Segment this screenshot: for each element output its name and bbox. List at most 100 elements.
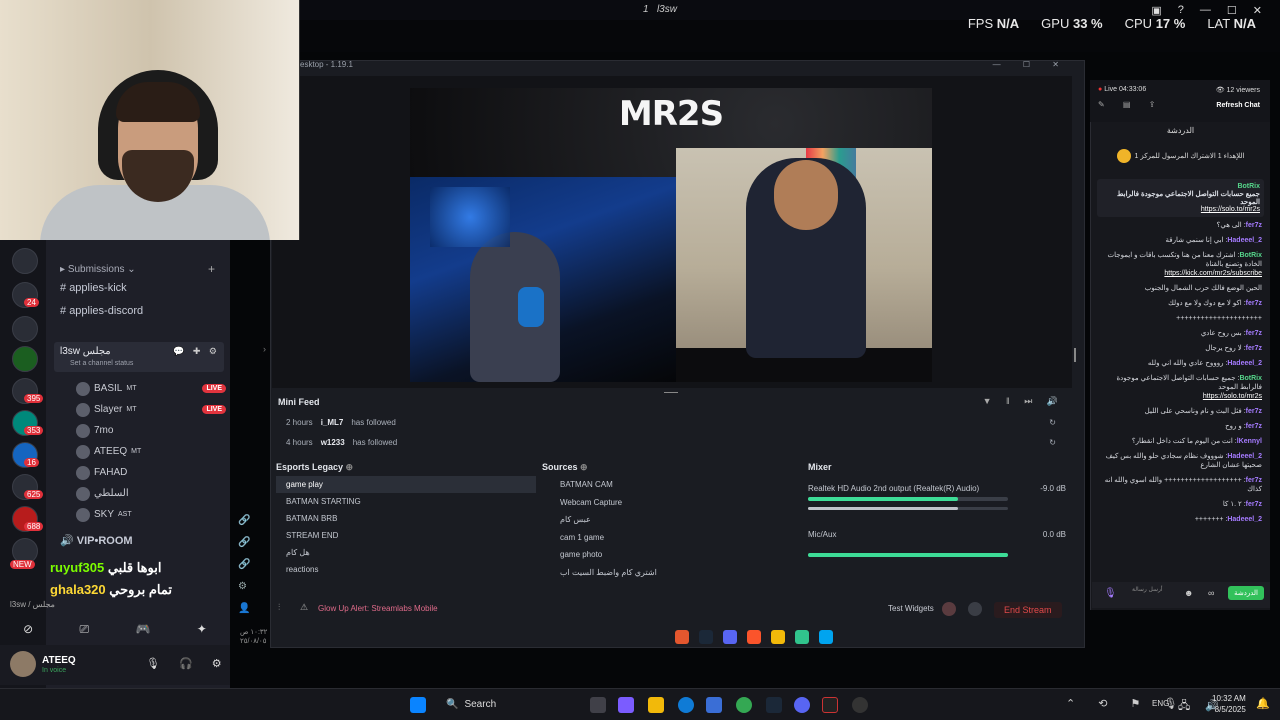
replay-button[interactable] bbox=[968, 602, 982, 616]
voice-user[interactable]: BASIL MT LIVE bbox=[76, 378, 226, 399]
voice-user[interactable]: ATEEQ MT bbox=[76, 441, 226, 462]
obs-icon[interactable] bbox=[852, 697, 868, 713]
side-tool-icons[interactable]: 🔗 🔗 🔗 ⚙ 👤 bbox=[238, 510, 250, 620]
replay-icon[interactable]: ↻ bbox=[1049, 418, 1056, 427]
scene-item[interactable]: game play bbox=[276, 476, 536, 493]
discord-dock-icon[interactable] bbox=[723, 630, 737, 644]
server-icon[interactable] bbox=[12, 316, 38, 342]
mic-icon[interactable]: 🎙 bbox=[1104, 588, 1117, 599]
chat-link[interactable]: https://solo.to/mr2s bbox=[1099, 392, 1262, 401]
stats-icon[interactable]: ⫶ bbox=[278, 602, 280, 613]
voice-channel[interactable]: l3sw مجلس Set a channel status 💬 ✚ ⚙ bbox=[54, 342, 224, 372]
store-icon[interactable] bbox=[706, 697, 722, 713]
source-item[interactable]: BATMAN CAM bbox=[542, 476, 802, 494]
volume-slider[interactable] bbox=[808, 507, 1008, 510]
streamlabs-window-controls[interactable]: — ☐ ✕ bbox=[993, 60, 1069, 69]
source-item[interactable]: cam 1 game bbox=[542, 529, 802, 547]
windows-start-icon[interactable] bbox=[410, 697, 426, 713]
chat-username[interactable]: fer7z bbox=[1246, 330, 1262, 337]
copilot-icon[interactable] bbox=[618, 697, 634, 713]
record-button[interactable] bbox=[942, 602, 956, 616]
channel-applies-kick[interactable]: # applies-kick bbox=[60, 282, 127, 294]
notification-icon[interactable]: 🔔 bbox=[1256, 697, 1270, 710]
windows-dock-icon[interactable] bbox=[819, 630, 833, 644]
chat-username[interactable]: Hadeeel_2 bbox=[1227, 237, 1262, 244]
chat-username[interactable]: fer7z bbox=[1246, 300, 1262, 307]
chat-tools[interactable]: ✎ ▤ ⇪ bbox=[1098, 100, 1163, 109]
server-icon[interactable] bbox=[12, 346, 38, 372]
soundboard-icon[interactable]: ✦ bbox=[197, 622, 207, 636]
camera-off-icon[interactable]: ⊘ bbox=[23, 622, 33, 636]
test-widgets-button[interactable]: Test Widgets bbox=[888, 604, 934, 613]
add-scene-icon[interactable]: ⊕ bbox=[346, 462, 354, 472]
voice-user[interactable]: FAHAD bbox=[76, 462, 226, 483]
chat-username[interactable]: Hadeeel_2 bbox=[1227, 516, 1262, 523]
volume-meter[interactable] bbox=[808, 497, 1008, 501]
channel-vip-room[interactable]: 🔊 VIP•ROOM bbox=[60, 534, 133, 547]
app-dock-icon[interactable] bbox=[675, 630, 689, 644]
server-icon[interactable] bbox=[12, 248, 38, 274]
add-channel-icon[interactable]: + bbox=[208, 262, 215, 276]
next-app-icon[interactable] bbox=[822, 697, 838, 713]
taskbar-search[interactable]: 🔍 Search bbox=[438, 693, 542, 715]
voice-user[interactable]: SKY AST bbox=[76, 504, 226, 525]
refresh-chat-button[interactable]: Refresh Chat bbox=[1216, 102, 1260, 109]
chat-username[interactable]: fer7z bbox=[1246, 222, 1262, 229]
volume-meter[interactable] bbox=[808, 553, 1008, 557]
voice-user[interactable]: 7mo bbox=[76, 420, 226, 441]
system-clock[interactable]: 10:32 AM 8/5/2025 bbox=[1212, 693, 1246, 715]
drag-handle[interactable] bbox=[664, 392, 678, 393]
app-dock-icon[interactable] bbox=[795, 630, 809, 644]
scene-item[interactable]: BATMAN STARTING bbox=[276, 493, 536, 510]
source-item[interactable]: Webcam Capture bbox=[542, 494, 802, 512]
steam-icon[interactable] bbox=[766, 697, 782, 713]
chat-link[interactable]: https://kick.com/mr2s/subscribe bbox=[1099, 269, 1262, 278]
screen-share-icon[interactable]: ⎚ bbox=[80, 622, 90, 637]
end-stream-button[interactable]: End Stream bbox=[994, 602, 1062, 618]
discord-icon[interactable] bbox=[794, 697, 810, 713]
voice-user[interactable]: السلطي bbox=[76, 483, 226, 504]
scene-item[interactable]: هل كام bbox=[276, 544, 536, 561]
chat-username[interactable]: lKennyl bbox=[1237, 438, 1262, 445]
avatar[interactable] bbox=[10, 651, 36, 677]
chat-username[interactable]: fer7z bbox=[1246, 408, 1262, 415]
chat-username[interactable]: fer7z bbox=[1246, 345, 1262, 352]
category-submissions[interactable]: ▸ Submissions ⌄ bbox=[60, 264, 136, 275]
preview-resize-handle[interactable] bbox=[1074, 348, 1076, 362]
chat-username[interactable]: BotRix bbox=[1239, 252, 1262, 259]
scene-item[interactable]: STREAM END bbox=[276, 527, 536, 544]
mini-feed-controls[interactable]: ▼ ‖ ⏭ 🔊 bbox=[983, 396, 1064, 407]
edge-icon[interactable] bbox=[678, 697, 694, 713]
alert-icon[interactable]: ⚠ bbox=[300, 602, 308, 613]
activity-icon[interactable]: 🎮 bbox=[135, 622, 150, 636]
chat-username[interactable]: BotRix bbox=[1239, 375, 1262, 382]
collapse-left-icon[interactable]: › bbox=[263, 344, 266, 354]
chat-input[interactable]: أرسل رسالة bbox=[1132, 586, 1163, 593]
send-chat-button[interactable]: الدردشة bbox=[1228, 586, 1264, 600]
replay-icon[interactable]: ↻ bbox=[1049, 438, 1056, 447]
chat-username[interactable]: Hadeeel_2 bbox=[1227, 453, 1262, 460]
chat-username[interactable]: fer7z bbox=[1246, 477, 1262, 484]
source-item[interactable]: عبس كام bbox=[542, 511, 802, 529]
task-view-icon[interactable] bbox=[590, 697, 606, 713]
user-controls[interactable]: 🎙 🎧 ⚙ bbox=[146, 657, 230, 670]
chat-username[interactable]: fer7z bbox=[1246, 423, 1262, 430]
chat-username[interactable]: Hadeeel_2 bbox=[1227, 360, 1262, 367]
chrome-icon[interactable] bbox=[736, 697, 752, 713]
language-indicator[interactable]: ENG bbox=[1152, 699, 1169, 708]
folder-dock-icon[interactable] bbox=[771, 630, 785, 644]
chat-username[interactable]: fer7z bbox=[1246, 501, 1262, 508]
scene-collection-title[interactable]: Esports Legacy ⊕ bbox=[276, 462, 536, 476]
brave-dock-icon[interactable] bbox=[747, 630, 761, 644]
source-item[interactable]: game photo bbox=[542, 546, 802, 564]
add-source-icon[interactable]: ⊕ bbox=[580, 462, 588, 472]
steam-dock-icon[interactable] bbox=[699, 630, 713, 644]
source-item[interactable]: اشتري كام واضبط السيت اب bbox=[542, 564, 802, 582]
scene-item[interactable]: BATMAN BRB bbox=[276, 510, 536, 527]
scene-item[interactable]: reactions bbox=[276, 561, 536, 578]
voice-channel-tools[interactable]: 💬 ✚ ⚙ bbox=[173, 346, 220, 357]
voice-user[interactable]: Slayer MT LIVE bbox=[76, 399, 226, 420]
file-explorer-icon[interactable] bbox=[648, 697, 664, 713]
channel-applies-discord[interactable]: # applies-discord bbox=[60, 305, 143, 317]
glow-up-alert[interactable]: Glow Up Alert: Streamlabs Mobile bbox=[318, 604, 438, 613]
